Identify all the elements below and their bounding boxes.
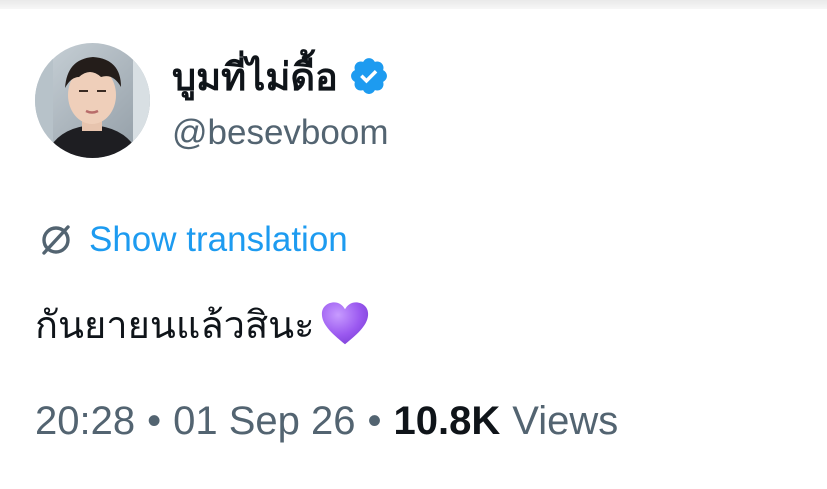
author-handle[interactable]: @besevboom (172, 113, 388, 153)
avatar-image (35, 43, 150, 158)
purple-heart-icon (321, 302, 368, 345)
translate-icon (42, 225, 70, 255)
views-label: Views (512, 398, 619, 443)
tweet-text: กันยายนแล้วสินะ (35, 302, 315, 347)
views-count[interactable]: 10.8K (394, 399, 501, 444)
top-divider (0, 0, 827, 9)
show-translation-link[interactable]: Show translation (37, 218, 348, 262)
verified-badge-icon (350, 58, 387, 94)
tweet-date[interactable]: 01 Sep 26 (173, 399, 355, 444)
meta-separator: • (367, 398, 382, 443)
tweet-meta: 20:28 • 01 Sep 26 • 10.8K Views (35, 395, 618, 447)
tweet-time[interactable]: 20:28 (35, 399, 135, 444)
tweet-body: กันยายนแล้วสินะ (35, 294, 371, 354)
author-name-row[interactable]: บูมที่ไม่ดื้อ (172, 48, 390, 104)
avatar[interactable] (35, 43, 150, 158)
meta-separator: • (147, 398, 162, 443)
show-translation-label[interactable]: Show translation (89, 220, 348, 260)
author-display-name[interactable]: บูมที่ไม่ดื้อ (172, 46, 338, 107)
